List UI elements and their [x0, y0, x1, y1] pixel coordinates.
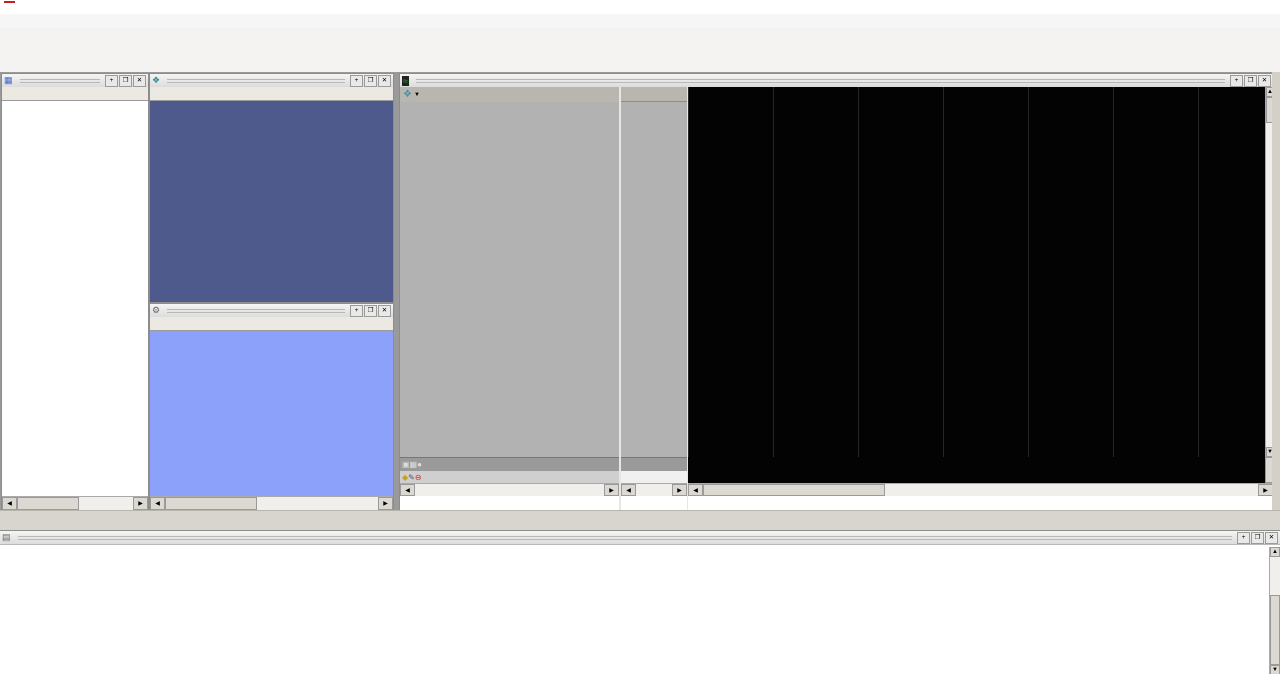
dock-icon[interactable]: + — [350, 74, 363, 87]
wave-msgs-header — [621, 87, 687, 102]
wave-panel: ≈ + ❐ ✕ ❖ ▼ ▲ ▼ ▣▦● ◆✎⊖ ◀ ▶ ◀ ▶ ◀ ▶ — [399, 73, 1274, 511]
signal-group-icon[interactable]: ❖ — [403, 89, 412, 100]
dock-icon[interactable]: + — [1237, 531, 1250, 544]
transcript-vscrollbar[interactable]: ▲ ▼ — [1269, 547, 1280, 674]
scroll-thumb[interactable] — [165, 497, 257, 510]
close-panel-icon[interactable]: ✕ — [133, 74, 146, 87]
dock-icon[interactable]: + — [350, 304, 363, 317]
scroll-thumb[interactable] — [703, 484, 885, 496]
wave-signal-values — [621, 102, 687, 457]
scroll-right-icon[interactable]: ▶ — [604, 484, 619, 496]
objects-panel: ❖ + ❐ ✕ — [149, 73, 394, 303]
wave-toolbar — [0, 51, 1280, 73]
now-row: ▣▦● — [400, 457, 619, 470]
undock-icon[interactable]: ❐ — [1244, 74, 1257, 87]
scroll-left-icon[interactable]: ◀ — [400, 484, 415, 496]
processes-column-headers — [150, 317, 393, 331]
scroll-right-icon[interactable]: ▶ — [378, 497, 393, 510]
sim-instance-tree — [2, 101, 148, 496]
sim-column-headers — [2, 87, 148, 101]
panel-drag-handle[interactable] — [415, 78, 1225, 83]
chevron-down-icon[interactable]: ▼ — [414, 92, 420, 98]
processes-panel: ⚙ + ❐ ✕ ◀ ▶ — [149, 303, 394, 511]
cursor-value — [621, 470, 687, 483]
scroll-right-icon[interactable]: ▶ — [133, 497, 148, 510]
objects-panel-header[interactable]: ❖ + ❐ ✕ — [150, 74, 393, 87]
now-value — [621, 457, 687, 470]
panel-drag-handle[interactable] — [167, 308, 345, 313]
panel-drag-handle[interactable] — [17, 535, 1232, 540]
dock-icon[interactable]: + — [1230, 74, 1243, 87]
timeline-tools-icon[interactable]: ▣▦● — [402, 460, 422, 469]
scroll-left-icon[interactable]: ◀ — [621, 484, 636, 496]
scroll-left-icon[interactable]: ◀ — [2, 497, 17, 510]
objects-panel-icon: ❖ — [152, 75, 161, 85]
timeline[interactable] — [688, 457, 1265, 483]
sim-panel-icon: ▦ — [4, 75, 13, 85]
scroll-down-icon[interactable]: ▼ — [1270, 665, 1280, 674]
dock-icon[interactable]: + — [105, 74, 118, 87]
wave-hscrollbar[interactable]: ◀ ▶ — [688, 483, 1273, 496]
waveform-canvas[interactable] — [688, 87, 1265, 457]
close-panel-icon[interactable]: ✕ — [1265, 531, 1278, 544]
processes-list — [150, 331, 393, 496]
mdi-right-edge — [1272, 72, 1280, 510]
wave-signal-names — [400, 102, 619, 457]
wave-panel-icon: ≈ — [402, 75, 409, 86]
sim-panel-header[interactable]: ▦ + ❐ ✕ — [2, 74, 148, 87]
undock-icon[interactable]: ❐ — [119, 74, 132, 87]
panel-drag-handle[interactable] — [19, 78, 100, 83]
transcript-panel: ▤ + ❐ ✕ ▲ ▼ — [0, 530, 1280, 674]
processes-panel-header[interactable]: ⚙ + ❐ ✕ — [150, 304, 393, 317]
cursor-lock-icon[interactable]: ◆✎⊖ — [402, 473, 422, 482]
sim-panel: ▦ + ❐ ✕ ◀ ▶ — [1, 73, 149, 511]
transcript-icon: ▤ — [2, 532, 11, 542]
menu-bar — [0, 14, 1280, 29]
main-toolbar — [0, 28, 1280, 52]
bottom-tab-bar — [0, 510, 1280, 531]
scroll-up-icon[interactable]: ▲ — [1270, 547, 1280, 557]
panel-drag-handle[interactable] — [167, 78, 345, 83]
scroll-left-icon[interactable]: ◀ — [150, 497, 165, 510]
wave-name-header: ❖ ▼ — [400, 87, 619, 103]
transcript-header[interactable]: ▤ + ❐ ✕ — [0, 531, 1280, 545]
undock-icon[interactable]: ❐ — [364, 304, 377, 317]
objects-column-headers — [150, 87, 393, 101]
scroll-right-icon[interactable]: ▶ — [1258, 484, 1273, 496]
wave-panel-body: ❖ ▼ ▲ ▼ ▣▦● ◆✎⊖ ◀ ▶ ◀ ▶ ◀ ▶ — [400, 87, 1274, 510]
scroll-thumb[interactable] — [1270, 595, 1280, 665]
modelsim-logo-icon — [4, 1, 15, 13]
names-hscrollbar[interactable]: ◀ ▶ — [400, 483, 619, 496]
main-area: ▦ + ❐ ✕ ◀ ▶ ❖ + ❐ ✕ ⚙ + ❐ ✕ ◀ ▶ ≈ + ❐ ✕ … — [0, 72, 1280, 511]
objects-list — [150, 101, 393, 302]
close-panel-icon[interactable]: ✕ — [378, 74, 391, 87]
undock-icon[interactable]: ❐ — [364, 74, 377, 87]
modelsim-window: ▦ + ❐ ✕ ◀ ▶ ❖ + ❐ ✕ ⚙ + ❐ ✕ ◀ ▶ ≈ + ❐ ✕ … — [0, 0, 1280, 674]
processes-panel-icon: ⚙ — [152, 305, 161, 315]
scroll-thumb[interactable] — [17, 497, 79, 510]
title-bar — [0, 0, 1280, 15]
sim-hscrollbar[interactable]: ◀ ▶ — [2, 496, 148, 510]
close-panel-icon[interactable]: ✕ — [1258, 74, 1271, 87]
close-panel-icon[interactable]: ✕ — [378, 304, 391, 317]
wave-panel-header[interactable]: ≈ + ❐ ✕ — [400, 74, 1273, 87]
values-hscrollbar[interactable]: ◀ ▶ — [621, 483, 687, 496]
cursor-row: ◆✎⊖ — [400, 470, 619, 483]
scroll-left-icon[interactable]: ◀ — [688, 484, 703, 496]
undock-icon[interactable]: ❐ — [1251, 531, 1264, 544]
processes-hscrollbar[interactable]: ◀ ▶ — [150, 496, 393, 510]
scroll-right-icon[interactable]: ▶ — [672, 484, 687, 496]
